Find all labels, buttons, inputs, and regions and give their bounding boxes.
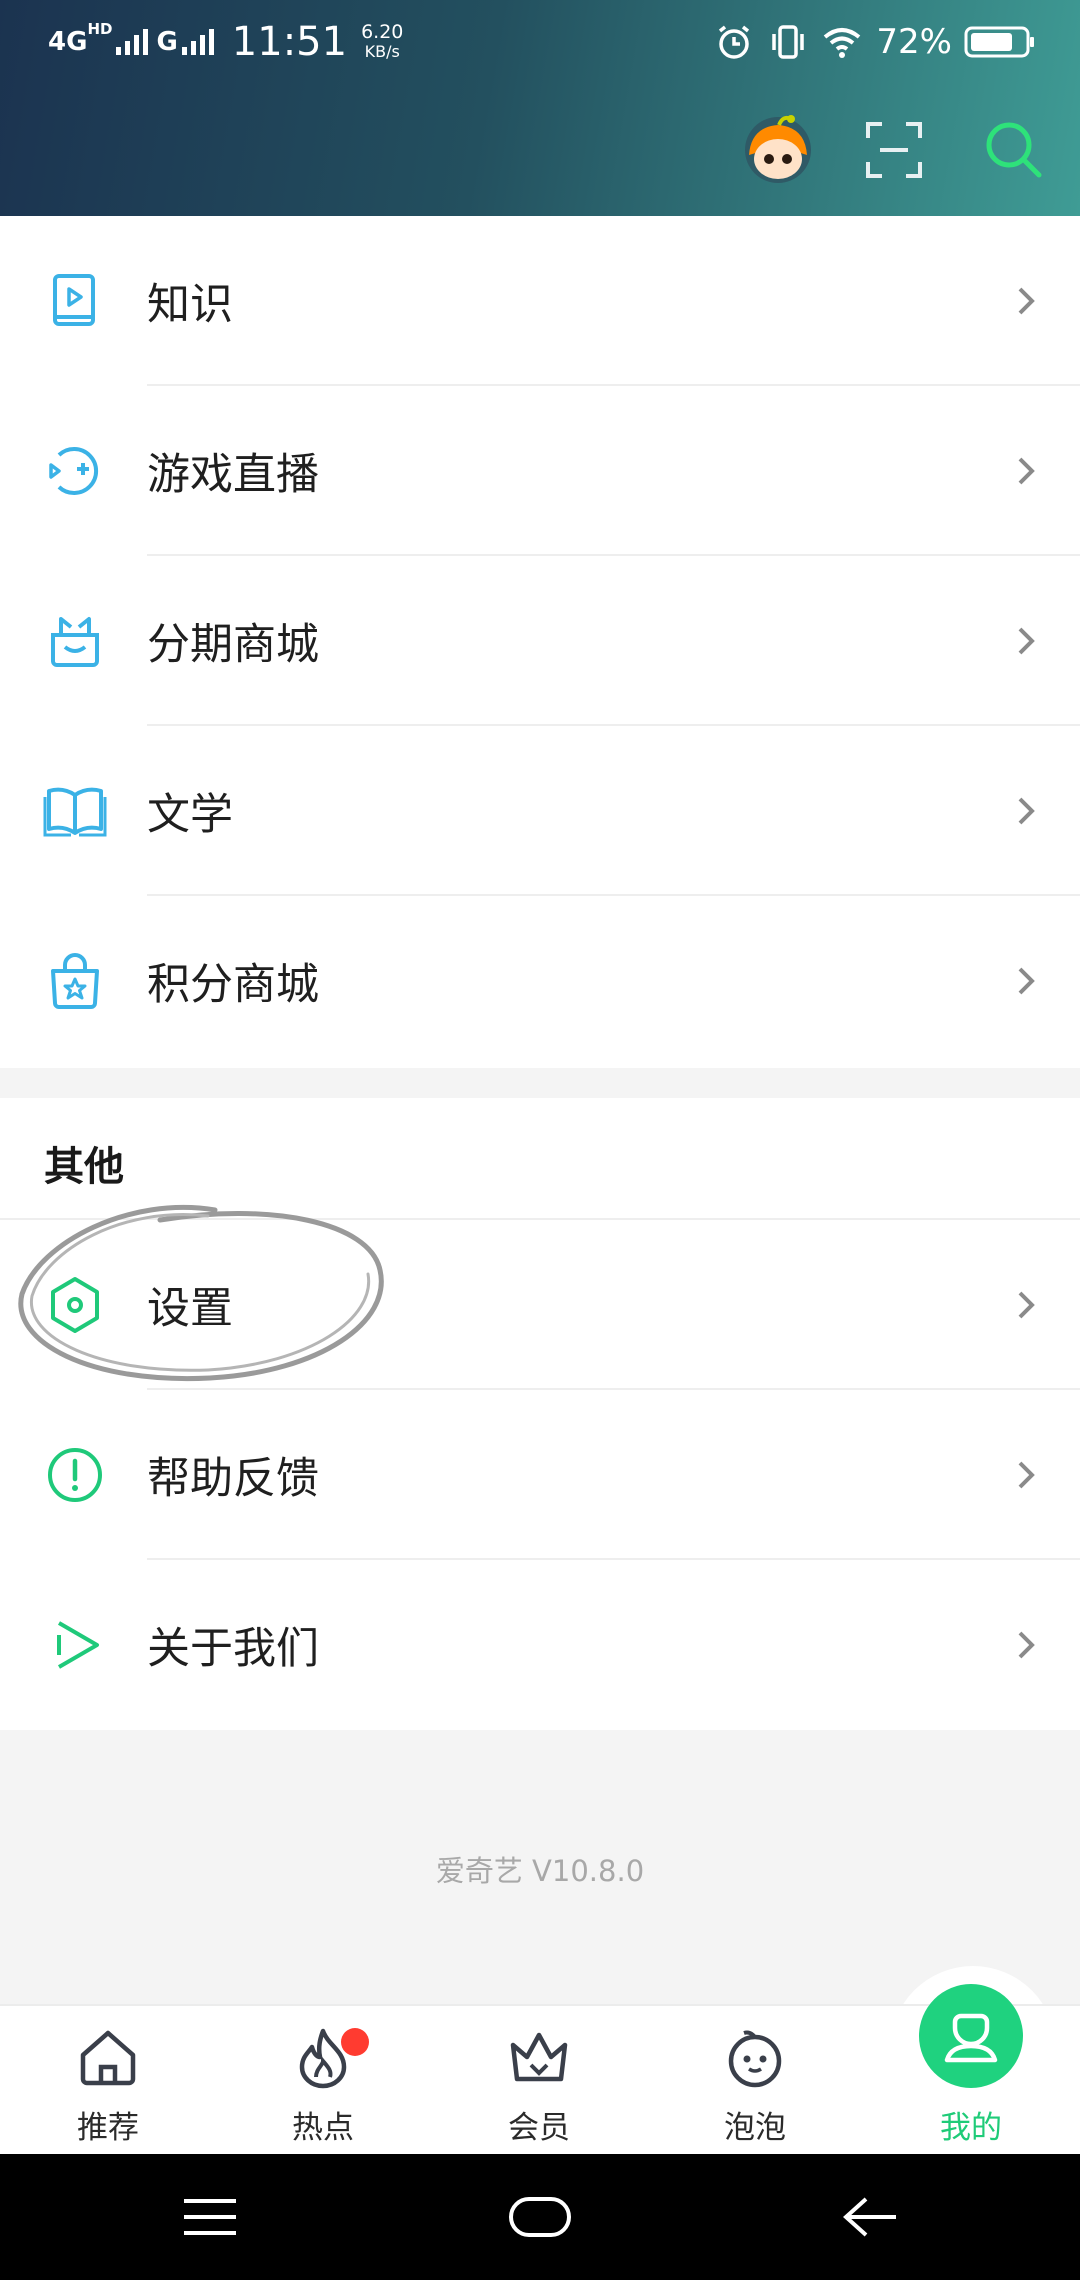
chevron-right-icon xyxy=(1018,627,1035,655)
menu-item-label: 关于我们 xyxy=(147,1624,319,1674)
tab-label: 我的 xyxy=(940,2110,1002,2146)
tab-label: 推荐 xyxy=(77,2110,139,2146)
tab-label: 会员 xyxy=(508,2110,570,2146)
app-version: 爱奇艺 V10.8.0 xyxy=(435,1854,645,1888)
menu-item-about[interactable]: 关于我们 xyxy=(0,1560,1080,1730)
notification-badge xyxy=(341,2028,369,2056)
tab-label: 泡泡 xyxy=(724,2110,786,2146)
menu-item-knowledge[interactable]: 知识 xyxy=(0,216,1080,386)
vibrate-icon xyxy=(772,25,805,59)
avatar-button[interactable] xyxy=(740,112,816,188)
scan-button[interactable] xyxy=(856,112,932,188)
top-header: 4G HD G 11:51 6.20 KB/s 72% xyxy=(0,0,1080,216)
chevron-right-icon xyxy=(1018,797,1035,825)
signal-icon-2 xyxy=(181,29,214,55)
tab-recommend[interactable]: 推荐 xyxy=(33,2006,183,2156)
wifi-icon xyxy=(824,28,861,58)
network-type-2: G xyxy=(156,27,178,57)
menu-item-installment-mall[interactable]: 分期商城 xyxy=(0,556,1080,726)
chevron-right-icon xyxy=(1018,1291,1035,1319)
home-pill-icon xyxy=(509,2197,571,2237)
tab-label: 热点 xyxy=(292,2110,354,2146)
game-live-icon xyxy=(40,436,110,506)
menu-item-label: 知识 xyxy=(147,280,233,330)
battery-percent: 72% xyxy=(876,22,952,62)
battery-icon xyxy=(964,26,1034,58)
help-feedback-icon xyxy=(40,1440,110,1510)
menu-item-label: 积分商城 xyxy=(147,960,319,1010)
literature-icon xyxy=(40,776,110,846)
bubble-icon xyxy=(721,2024,789,2092)
search-icon xyxy=(986,122,1042,178)
status-bar-left: 4G HD G 11:51 6.20 KB/s xyxy=(48,0,403,84)
status-bar-right: 72% xyxy=(700,0,1036,84)
clock: 11:51 xyxy=(231,19,348,65)
scan-icon xyxy=(866,122,922,178)
menu-icon xyxy=(184,2199,236,2235)
recent-apps-button[interactable] xyxy=(140,2154,280,2280)
section-title: 其他 xyxy=(44,1144,124,1190)
network-hd: HD xyxy=(87,20,113,38)
knowledge-icon xyxy=(40,266,110,336)
chevron-right-icon xyxy=(1018,457,1035,485)
menu-item-help-feedback[interactable]: 帮助反馈 xyxy=(0,1390,1080,1560)
home-icon xyxy=(74,2024,142,2092)
profile-icon xyxy=(919,1984,1023,2088)
other-section: 其他 设置 帮助反馈 关于我们 xyxy=(0,1098,1080,1730)
chevron-right-icon xyxy=(1018,1461,1035,1489)
about-icon xyxy=(40,1610,110,1680)
back-nav-button[interactable] xyxy=(800,2154,940,2280)
points-mall-icon xyxy=(40,946,110,1016)
tab-bubble[interactable]: 泡泡 xyxy=(680,2006,830,2156)
installment-mall-icon xyxy=(40,606,110,676)
chevron-right-icon xyxy=(1018,967,1035,995)
chevron-right-icon xyxy=(1018,1631,1035,1659)
avatar-icon xyxy=(745,115,811,183)
bottom-tab-bar: 推荐 热点 会员 泡泡 我的 xyxy=(0,1984,1080,2156)
home-nav-button[interactable] xyxy=(470,2154,610,2280)
tab-hot[interactable]: 热点 xyxy=(248,2006,398,2156)
signal-icon xyxy=(116,29,149,55)
crown-icon xyxy=(505,2024,573,2092)
tab-mine[interactable]: 我的 xyxy=(896,1984,1046,2156)
system-navigation-bar xyxy=(0,2154,1080,2280)
net-speed: 6.20 KB/s xyxy=(361,21,404,62)
services-list: 知识 游戏直播 分期商城 文学 积分商城 xyxy=(0,216,1080,1068)
network-type: 4G xyxy=(48,27,88,57)
menu-item-settings[interactable]: 设置 xyxy=(0,1220,1080,1390)
alarm-icon xyxy=(719,25,750,59)
settings-icon xyxy=(40,1270,110,1340)
menu-item-points-mall[interactable]: 积分商城 xyxy=(0,896,1080,1066)
tab-vip[interactable]: 会员 xyxy=(464,2006,614,2156)
menu-item-label: 分期商城 xyxy=(147,620,319,670)
search-button[interactable] xyxy=(976,112,1052,188)
menu-item-label: 文学 xyxy=(147,790,233,840)
menu-item-label: 帮助反馈 xyxy=(147,1454,319,1504)
menu-item-label: 游戏直播 xyxy=(147,450,319,500)
chevron-right-icon xyxy=(1018,287,1035,315)
menu-item-literature[interactable]: 文学 xyxy=(0,726,1080,896)
menu-item-game-live[interactable]: 游戏直播 xyxy=(0,386,1080,556)
menu-item-label: 设置 xyxy=(147,1284,233,1334)
back-arrow-icon xyxy=(843,2197,896,2237)
